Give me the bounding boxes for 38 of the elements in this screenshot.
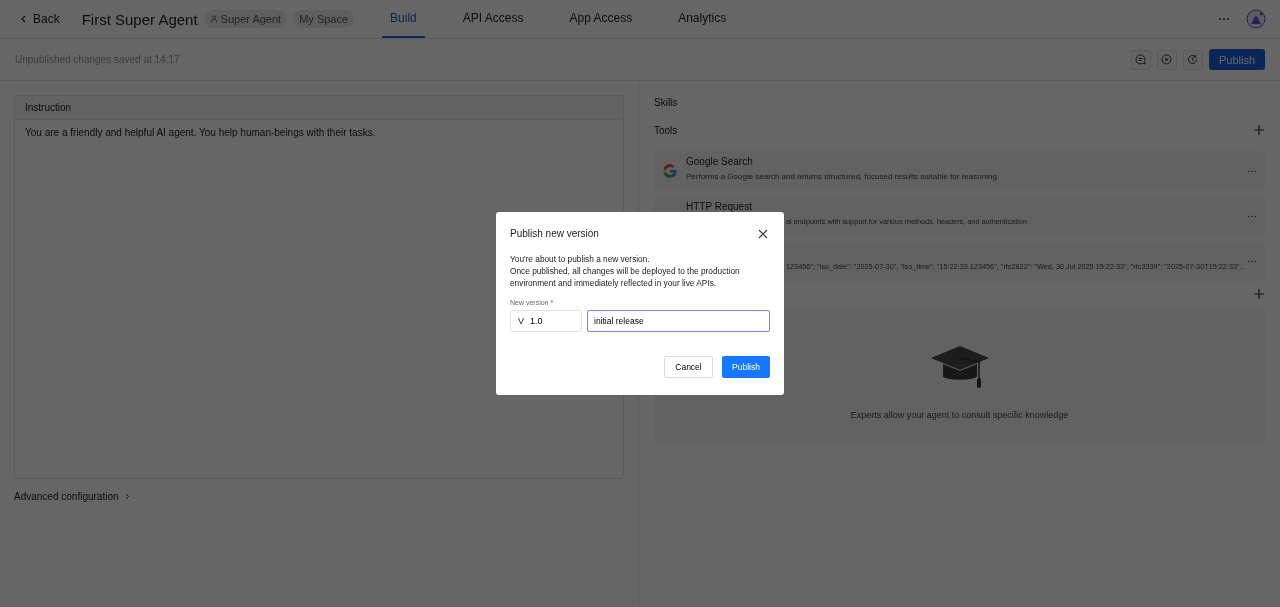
back-button[interactable]: Back xyxy=(20,12,60,26)
more-icon[interactable] xyxy=(1247,214,1257,218)
avatar-icon[interactable] xyxy=(1246,9,1266,29)
chevron-right-icon xyxy=(124,493,130,500)
instruction-text[interactable]: You are a friendly and helpful AI agent. You help human-beings with their tasks. xyxy=(15,120,623,145)
add-icon[interactable] xyxy=(1253,288,1265,300)
tab[interactable]: App Access xyxy=(561,0,641,38)
tab[interactable]: API Access xyxy=(454,0,532,38)
tab[interactable]: Analytics xyxy=(670,0,735,38)
section-title: Tools xyxy=(654,124,678,136)
dialog-title: Publish new version xyxy=(510,228,599,239)
tag: My Space xyxy=(293,10,355,28)
history-icon[interactable] xyxy=(1182,49,1203,70)
cancel-button[interactable]: Cancel xyxy=(664,356,713,378)
version-prefix: V xyxy=(518,316,524,326)
close-icon[interactable] xyxy=(758,228,768,239)
publish-button[interactable]: Publish xyxy=(1208,49,1265,70)
tag: Super Agent xyxy=(203,10,288,28)
section-title: Skills xyxy=(654,96,678,108)
more-icon[interactable] xyxy=(1247,169,1257,173)
advanced-configuration-link[interactable]: Advanced configuration xyxy=(14,491,624,502)
agent-icon xyxy=(209,15,218,23)
add-icon[interactable] xyxy=(1253,124,1265,136)
tab[interactable]: Build xyxy=(382,0,425,38)
play-icon[interactable] xyxy=(1156,49,1177,70)
tool-name: Google Search xyxy=(686,156,754,168)
empty-state-text: Experts allow your agent to consult specific knowledge xyxy=(850,410,1069,420)
dialog-message: You're about to publish a new version. xyxy=(510,253,651,265)
publish-button[interactable]: Publish xyxy=(722,356,770,378)
google-icon xyxy=(662,163,678,179)
release-note-field[interactable]: initial release xyxy=(587,310,770,332)
chevron-left-icon xyxy=(20,15,27,23)
instruction-header: Instruction xyxy=(15,96,623,120)
chat-icon[interactable] xyxy=(1130,49,1151,70)
agent-title: First Super Agent xyxy=(81,10,198,28)
more-icon[interactable] xyxy=(1247,259,1257,263)
tool-name: HTTP Request xyxy=(686,201,753,213)
more-icon[interactable] xyxy=(1218,17,1230,21)
